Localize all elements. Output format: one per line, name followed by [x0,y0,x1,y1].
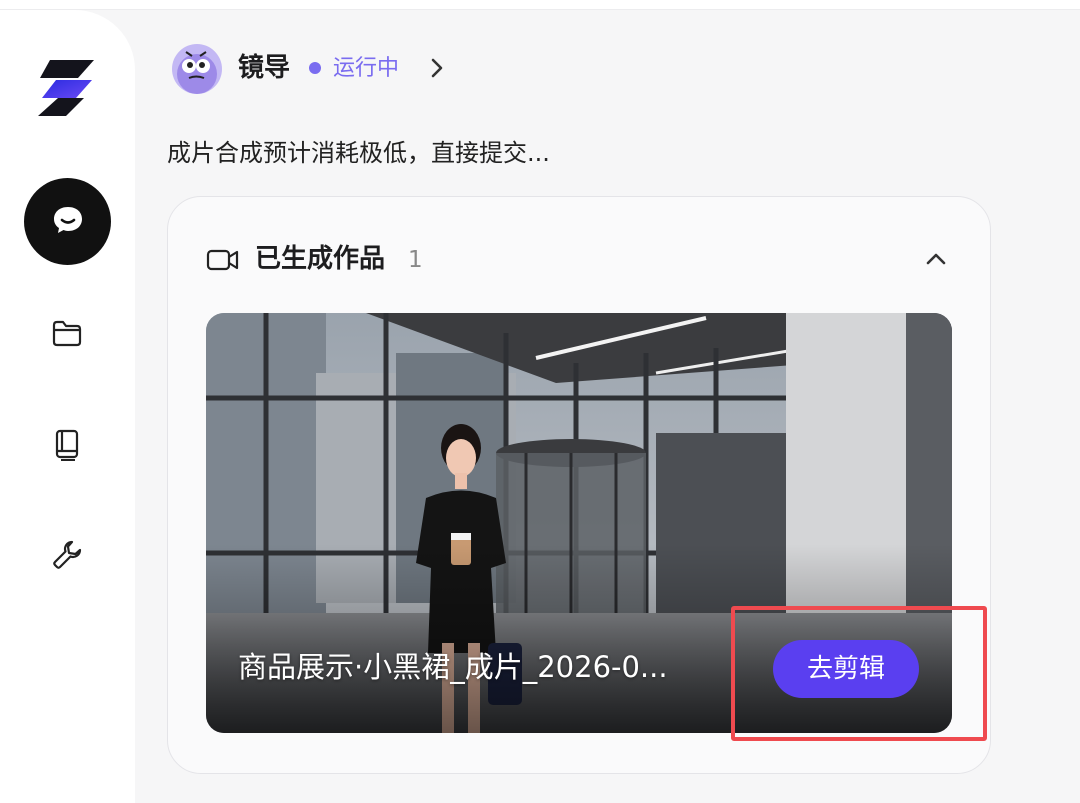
sidebar-item-tools[interactable] [50,538,84,572]
book-icon [55,429,79,461]
wrench-icon [53,540,82,569]
bolt-logo-icon[interactable] [36,56,98,118]
chat-bubble-icon [51,204,85,240]
sidebar-item-chat[interactable] [24,178,111,265]
sidebar-item-library[interactable] [50,428,84,462]
window-top-edge [0,0,1080,10]
go-edit-button[interactable]: 去剪辑 [773,640,919,698]
sidebar [0,10,135,803]
agent-avatar[interactable] [172,44,222,94]
chevron-up-icon [926,253,946,265]
status-dot [309,62,321,74]
agent-name: 镜导 [238,53,291,83]
assistant-message: 成片合成预计消耗极低，直接提交... [167,139,550,167]
generated-works-card: 已生成作品 1 商品展示·小黑裙_成片_2026-0... 去剪辑 [167,196,991,774]
collapse-button[interactable] [922,247,950,271]
folder-icon [52,320,82,347]
works-label: 已生成作品 [255,244,386,274]
chevron-right-icon [431,58,443,78]
video-title: 商品展示·小黑裙_成片_2026-0... [238,650,668,684]
status-text: 运行中 [333,56,400,81]
video-thumbnail[interactable]: 商品展示·小黑裙_成片_2026-0... 去剪辑 [206,313,952,733]
video-camera-icon [206,246,240,274]
agent-details-button[interactable] [424,54,450,82]
works-count: 1 [408,247,423,273]
sidebar-item-folder[interactable] [50,316,84,350]
